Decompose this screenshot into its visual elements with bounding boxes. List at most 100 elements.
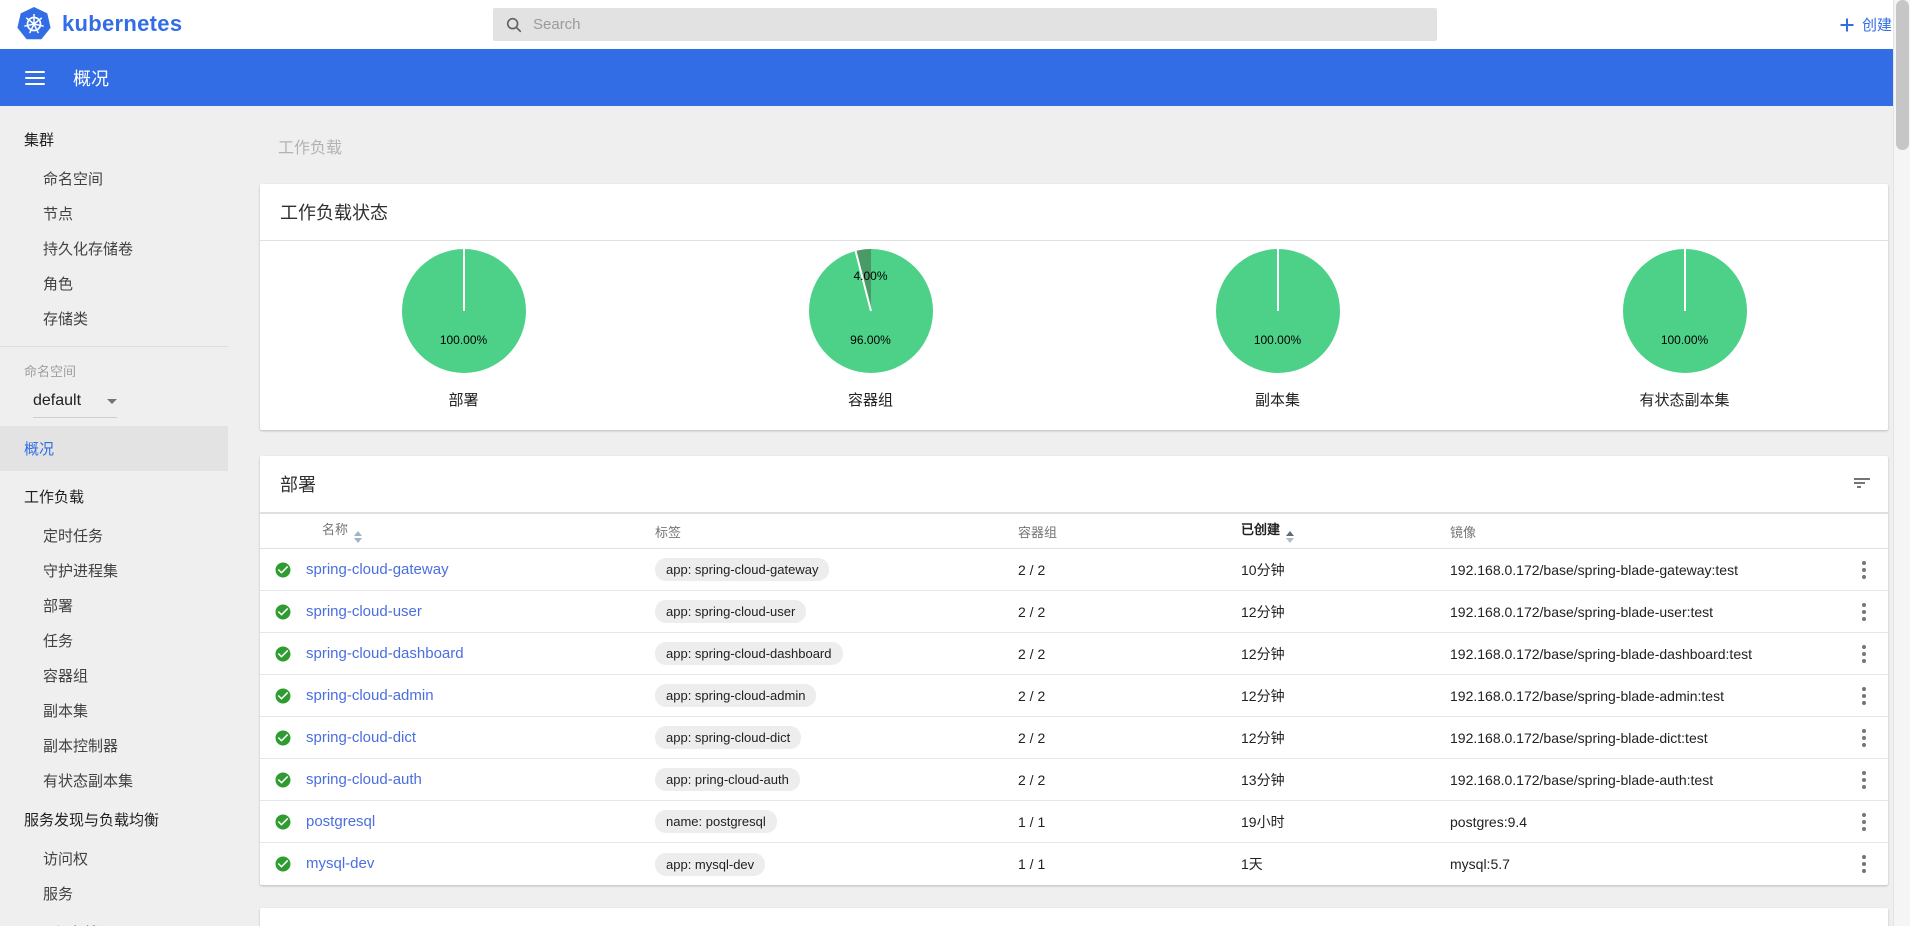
kebab-menu-icon[interactable] xyxy=(1840,851,1888,877)
deployment-link[interactable]: spring-cloud-admin xyxy=(306,687,434,704)
filter-icon[interactable] xyxy=(1850,474,1868,494)
table-header: 名称 标签 容器组 已创建 镜像 xyxy=(260,513,1888,549)
status-ok-icon xyxy=(260,771,306,789)
image-name: mysql:5.7 xyxy=(1450,856,1840,872)
status-ok-icon xyxy=(260,603,306,621)
search-bar[interactable] xyxy=(493,8,1437,41)
created-age: 13分钟 xyxy=(1241,770,1450,790)
scrollbar-track[interactable] xyxy=(1893,0,1910,926)
label-chip: app: mysql-dev xyxy=(655,853,765,876)
table-row: spring-cloud-admin app: spring-cloud-adm… xyxy=(260,675,1888,717)
sort-icon[interactable] xyxy=(354,531,362,543)
kebab-menu-icon[interactable] xyxy=(1840,641,1888,667)
chevron-down-icon xyxy=(107,399,117,404)
create-label: 创建 xyxy=(1862,14,1892,35)
created-age: 12分钟 xyxy=(1241,602,1450,622)
sidebar-item-jobs[interactable]: 任务 xyxy=(0,623,228,658)
kubernetes-helm-icon xyxy=(16,6,52,42)
created-age: 12分钟 xyxy=(1241,728,1450,748)
column-header-created[interactable]: 已创建 xyxy=(1241,519,1450,543)
image-name: 192.168.0.172/base/spring-blade-auth:tes… xyxy=(1450,772,1840,788)
kebab-menu-icon[interactable] xyxy=(1840,767,1888,793)
sidebar-item-daemon-sets[interactable]: 守护进程集 xyxy=(0,553,228,588)
sidebar-item-namespaces[interactable]: 命名空间 xyxy=(0,161,228,196)
created-age: 12分钟 xyxy=(1241,686,1450,706)
image-name: 192.168.0.172/base/spring-blade-admin:te… xyxy=(1450,688,1840,704)
column-header-images[interactable]: 镜像 xyxy=(1450,522,1840,541)
sidebar-item-services[interactable]: 服务 xyxy=(0,876,228,911)
label-chip: name: postgresql xyxy=(655,810,777,833)
sidebar-item-ingresses[interactable]: 访问权 xyxy=(0,841,228,876)
hamburger-menu-icon[interactable] xyxy=(25,67,45,89)
search-icon xyxy=(505,16,523,34)
status-ok-icon xyxy=(260,855,306,873)
pie-title: 有状态副本集 xyxy=(1639,389,1729,410)
image-name: 192.168.0.172/base/spring-blade-dict:tes… xyxy=(1450,730,1840,746)
column-header-labels[interactable]: 标签 xyxy=(655,522,1018,541)
deployment-link[interactable]: spring-cloud-auth xyxy=(306,771,422,788)
namespace-label: 命名空间 xyxy=(0,347,228,382)
image-name: 192.168.0.172/base/spring-blade-user:tes… xyxy=(1450,604,1840,620)
pods-count: 2 / 2 xyxy=(1018,604,1241,620)
scrollbar-thumb[interactable] xyxy=(1896,0,1909,150)
create-button[interactable]: 创建 xyxy=(1839,0,1892,49)
sidebar-item-cron-jobs[interactable]: 定时任务 xyxy=(0,518,228,553)
pie-pods: 4.00% 96.00% 容器组 xyxy=(667,249,1074,410)
pie-chart[interactable]: 100.00% xyxy=(402,249,526,373)
created-age: 1天 xyxy=(1241,854,1450,874)
deployments-title: 部署 xyxy=(280,471,316,497)
pie-title: 部署 xyxy=(448,389,478,410)
breadcrumb: 工作负载 xyxy=(278,134,1888,158)
sidebar-item-persistent-volumes[interactable]: 持久化存储卷 xyxy=(0,231,228,266)
pie-title: 容器组 xyxy=(848,389,893,410)
image-name: 192.168.0.172/base/spring-blade-gateway:… xyxy=(1450,562,1840,578)
pie-chart[interactable]: 4.00% 96.00% xyxy=(809,249,933,373)
namespace-select[interactable]: default xyxy=(33,390,117,418)
sidebar-item-deployments[interactable]: 部署 xyxy=(0,588,228,623)
status-ok-icon xyxy=(260,561,306,579)
kebab-menu-icon[interactable] xyxy=(1840,725,1888,751)
deployment-link[interactable]: spring-cloud-gateway xyxy=(306,561,449,578)
created-age: 12分钟 xyxy=(1241,644,1450,664)
pie-percentage-label: 100.00% xyxy=(402,333,526,347)
label-chip: app: spring-cloud-admin xyxy=(655,684,816,707)
pie-divider-line xyxy=(1684,249,1686,311)
column-header-pods[interactable]: 容器组 xyxy=(1018,522,1241,541)
kebab-menu-icon[interactable] xyxy=(1840,557,1888,583)
search-input[interactable] xyxy=(533,16,1425,33)
deployment-link[interactable]: postgresql xyxy=(306,813,375,830)
sidebar-item-replica-sets[interactable]: 副本集 xyxy=(0,693,228,728)
kebab-menu-icon[interactable] xyxy=(1840,809,1888,835)
label-chip: app: pring-cloud-auth xyxy=(655,768,800,791)
kebab-menu-icon[interactable] xyxy=(1840,683,1888,709)
sidebar-item-nodes[interactable]: 节点 xyxy=(0,196,228,231)
status-ok-icon xyxy=(260,687,306,705)
kubernetes-logo[interactable]: kubernetes xyxy=(16,6,182,42)
pie-percentage-label: 96.00% xyxy=(809,333,933,347)
pods-count: 1 / 1 xyxy=(1018,856,1241,872)
pie-minor-percentage-label: 4.00% xyxy=(809,269,933,283)
sidebar-item-pods[interactable]: 容器组 xyxy=(0,658,228,693)
pods-count: 2 / 2 xyxy=(1018,730,1241,746)
deployment-link[interactable]: spring-cloud-dict xyxy=(306,729,416,746)
sidebar-section-discovery: 服务发现与负载均衡 xyxy=(0,798,228,841)
brand-title: kubernetes xyxy=(62,11,182,37)
sidebar-item-overview[interactable]: 概况 xyxy=(0,426,228,471)
label-chip: app: spring-cloud-user xyxy=(655,600,806,623)
sidebar-item-storage-classes[interactable]: 存储类 xyxy=(0,301,228,336)
status-ok-icon xyxy=(260,813,306,831)
sort-icon[interactable] xyxy=(1286,531,1294,543)
kebab-menu-icon[interactable] xyxy=(1840,599,1888,625)
pie-chart-row: 100.00% 部署 4.00% 96.00% 容器组 100.00% 副本集 xyxy=(260,241,1888,430)
deployment-link[interactable]: spring-cloud-user xyxy=(306,603,422,620)
deployment-link[interactable]: mysql-dev xyxy=(306,855,374,872)
sidebar-item-stateful-sets[interactable]: 有状态副本集 xyxy=(0,763,228,798)
sidebar-item-roles[interactable]: 角色 xyxy=(0,266,228,301)
pods-count: 2 / 2 xyxy=(1018,688,1241,704)
pie-chart[interactable]: 100.00% xyxy=(1623,249,1747,373)
deployment-link[interactable]: spring-cloud-dashboard xyxy=(306,645,464,662)
pie-chart[interactable]: 100.00% xyxy=(1216,249,1340,373)
sidebar-item-replication-controllers[interactable]: 副本控制器 xyxy=(0,728,228,763)
label-chip: app: spring-cloud-dashboard xyxy=(655,642,843,665)
column-header-name[interactable]: 名称 xyxy=(306,519,655,543)
